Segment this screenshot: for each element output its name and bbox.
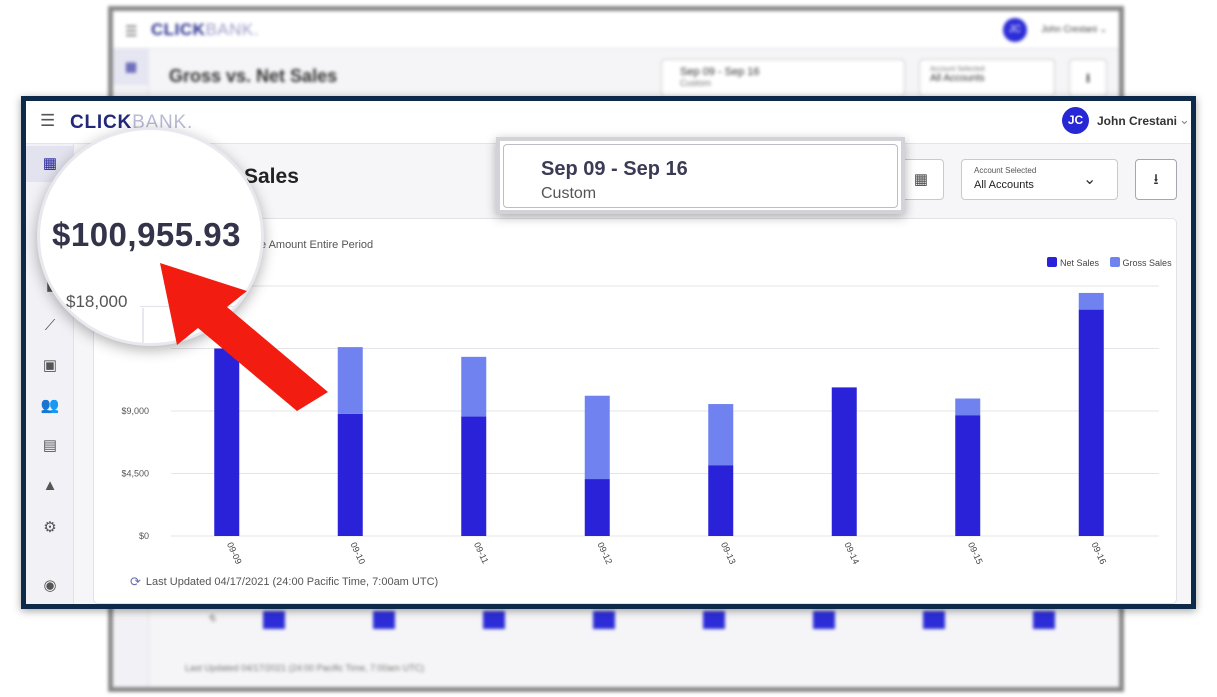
sales-chart: $0 $4,500 $9,000 09-09 09-10 09-11 09-12 09-13 0… xyxy=(121,285,1159,566)
total-amount: $100,955.93 xyxy=(52,216,242,253)
bar-gross-sales xyxy=(461,356,487,417)
y-tick-label: $0 xyxy=(139,531,149,541)
store-icon[interactable]: ▤ xyxy=(26,428,74,464)
date-range-popover: Sep 09 - Sep 16 Custom xyxy=(496,137,905,214)
bar-gross-sales xyxy=(337,347,363,414)
settings-icon[interactable]: ⚙ xyxy=(26,510,74,546)
screenshot-stage: ☰ CLICKBANK. JC John Crestani ⌄ ▦ Gross … xyxy=(0,0,1217,697)
account-select[interactable]: Account Selected All Accounts ⌄ xyxy=(961,159,1118,200)
users-icon[interactable]: 👥 xyxy=(26,388,74,424)
account-select-label: Account Selected xyxy=(974,166,1037,175)
magnifier-callout: $100,955.93 $18,000 xyxy=(37,127,264,346)
x-tick-label: 09-16 xyxy=(1089,541,1108,566)
last-updated: ⟳ Last Updated 04/17/2021 (24:00 Pacific … xyxy=(130,574,439,590)
clipboard-icon[interactable]: ▣ xyxy=(26,348,74,384)
magnified-axis-label: $18,000 xyxy=(66,292,128,311)
period-label: e Amount Entire Period xyxy=(260,239,374,251)
user-name[interactable]: John Crestani xyxy=(1097,114,1177,128)
bar-gross-sales xyxy=(708,404,734,466)
bar-gross-sales xyxy=(1078,292,1104,310)
refresh-icon[interactable]: ⟳ xyxy=(130,574,141,590)
background-bar xyxy=(1033,611,1055,629)
chevron-down-icon[interactable]: ⌄ xyxy=(1179,112,1190,128)
bar-net-sales xyxy=(708,465,734,536)
chevron-down-icon: ⌄ xyxy=(1083,171,1097,188)
background-date-picker: Sep 09 - Sep 16 Custom xyxy=(661,59,905,97)
background-user-name: John Crestani ⌄ xyxy=(1041,24,1107,34)
background-grid-icon: ▦ xyxy=(113,49,149,85)
page-title: Sales xyxy=(244,165,299,188)
bar-net-sales xyxy=(584,479,610,536)
account-select-value: All Accounts xyxy=(974,179,1034,191)
bar-net-sales xyxy=(461,416,487,536)
x-tick-label: 09-14 xyxy=(842,541,861,566)
background-menu-icon: ☰ xyxy=(125,23,138,39)
bar-net-sales xyxy=(955,415,981,536)
x-tick-label: 09-13 xyxy=(719,541,738,566)
x-tick-label: 09-09 xyxy=(225,541,244,566)
bar-gross-sales xyxy=(955,398,981,416)
background-bar xyxy=(373,611,395,629)
background-last-updated: Last Updated 04/17/2021 (24:00 Pacific T… xyxy=(185,663,425,673)
date-range-value: Sep 09 - Sep 16 xyxy=(541,158,688,180)
x-tick-label: 09-10 xyxy=(348,541,367,566)
magnified-axis-line xyxy=(142,308,144,343)
x-tick-label: 09-15 xyxy=(966,541,985,566)
background-bar xyxy=(263,611,285,629)
download-icon[interactable]: ⭳ xyxy=(1135,159,1177,200)
trend-icon[interactable]: ⟋ xyxy=(26,308,74,344)
magnified-gridline xyxy=(140,306,261,307)
background-bar xyxy=(813,611,835,629)
bar-net-sales xyxy=(831,387,857,536)
background-logo: CLICKBANK. xyxy=(151,20,259,39)
background-y-zero: $0 xyxy=(206,613,217,624)
background-bar xyxy=(703,611,725,629)
y-tick-label: $4,500 xyxy=(121,469,149,479)
y-tick-label: $9,000 xyxy=(121,406,149,416)
background-download-icon: ⭳ xyxy=(1069,59,1107,97)
graduation-icon[interactable]: ▲ xyxy=(26,468,74,504)
date-range-picker[interactable]: Sep 09 - Sep 16 Custom xyxy=(503,144,898,208)
x-tick-label: 09-11 xyxy=(472,541,491,565)
x-tick-label: 09-12 xyxy=(595,541,614,566)
bar-net-sales xyxy=(1078,309,1104,536)
account-icon[interactable]: ◉ xyxy=(26,568,74,604)
bar-net-sales xyxy=(337,413,363,536)
background-bar xyxy=(483,611,505,629)
background-page-title: Gross vs. Net Sales xyxy=(169,66,338,86)
background-bar xyxy=(923,611,945,629)
background-topbar: ☰ CLICKBANK. JC John Crestani ⌄ xyxy=(113,11,1119,49)
bar-net-sales xyxy=(214,348,240,536)
date-range-preset: Custom xyxy=(541,185,597,202)
background-account-select: Account Selected All Accounts xyxy=(919,59,1055,97)
menu-icon[interactable]: ☰ xyxy=(40,111,55,131)
background-bar xyxy=(593,611,615,629)
bar-gross-sales xyxy=(584,395,610,480)
background-avatar: JC xyxy=(1003,18,1027,42)
avatar[interactable]: JC xyxy=(1062,107,1089,134)
